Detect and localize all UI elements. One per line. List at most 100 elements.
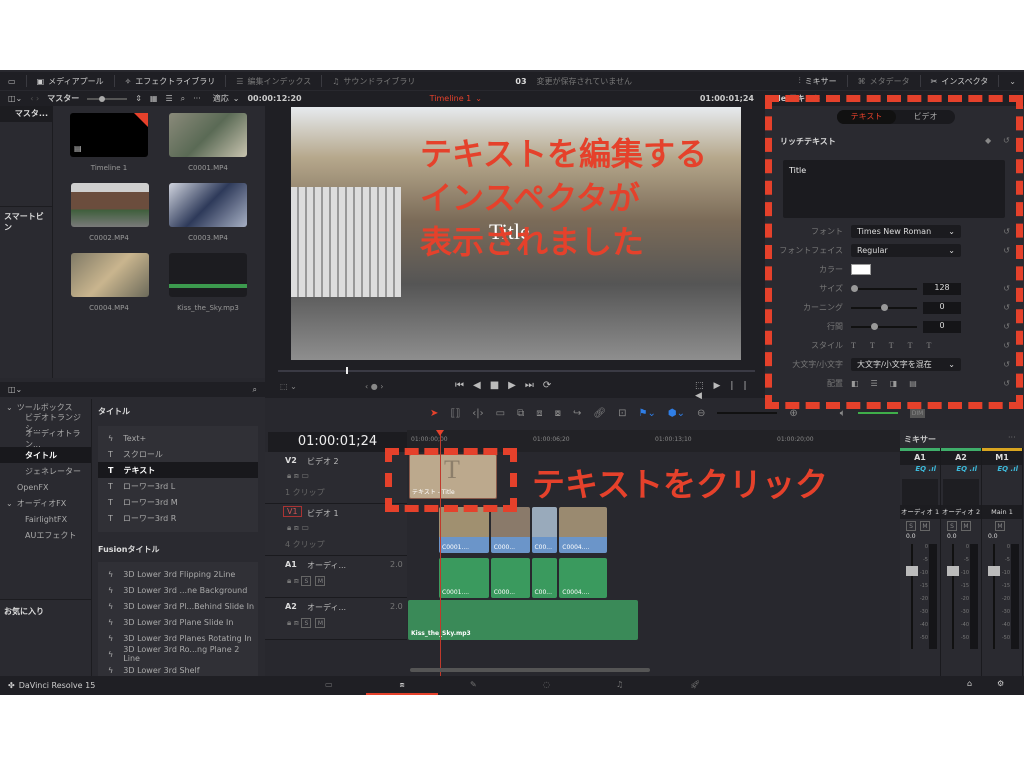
blade-tool-icon[interactable]: ▭ (496, 408, 505, 419)
edit-index-button[interactable]: ☰ 編集インデックス (236, 76, 311, 87)
audio-clip[interactable]: C0001.... (439, 558, 489, 598)
tree-au-effects[interactable]: AUエフェクト (0, 527, 91, 543)
snapping-icon[interactable]: ↪ (573, 408, 581, 419)
more-icon[interactable]: ··· (193, 94, 201, 103)
clip-thumb-c0004[interactable] (71, 253, 149, 297)
clip-thumb-audio[interactable] (169, 253, 247, 297)
zoom-mode-icon[interactable]: ⬚ ⌄ (280, 382, 297, 391)
effects-library-button[interactable]: ✧ エフェクトライブラリ (125, 76, 216, 87)
select-tool-icon[interactable]: ➤ (430, 408, 438, 419)
video-clip[interactable]: C0004.... (559, 507, 607, 553)
insert-icon[interactable]: ⧉ (517, 408, 524, 419)
track-controls[interactable]: 🔒︎ ⧈ SM (287, 576, 329, 586)
metadata-button[interactable]: ⌘ メタデータ (858, 76, 910, 87)
title-item[interactable]: T スクロール (98, 446, 258, 462)
zoom-slider[interactable] (717, 412, 778, 414)
deliver-page-icon[interactable]: 🚀︎ (690, 680, 700, 689)
title-item[interactable]: T ローワー3rd R (98, 510, 258, 526)
video-clip[interactable]: C00... (532, 507, 558, 553)
music-clip[interactable]: Kiss_the_Sky.mp3 (408, 600, 638, 640)
audio-clip[interactable]: C00... (532, 558, 558, 598)
color-page-icon[interactable]: ◌ (543, 680, 550, 689)
fader-handle[interactable] (947, 566, 959, 576)
fusion-title-item[interactable]: ϟ 3D Lower 3rd Shelf (98, 662, 258, 676)
fusion-title-item[interactable]: ϟ 3D Lower 3rd Plane Slide In (98, 614, 258, 630)
video-clip[interactable]: C0001.... (439, 507, 489, 553)
mute-button[interactable]: M (995, 521, 1005, 531)
nav-arrows-icon[interactable]: ‹ › (30, 94, 39, 103)
solo-button[interactable]: S (947, 521, 957, 531)
mute-button[interactable]: M (920, 521, 930, 531)
panel-toggle-icon[interactable]: ◫⌄ (8, 94, 22, 103)
monitor-icon[interactable]: ▭ (8, 77, 16, 86)
clip-thumb-c0002[interactable] (71, 183, 149, 227)
title-item[interactable]: T ローワー3rd M (98, 494, 258, 510)
link-icon[interactable]: 🔗︎ (593, 408, 606, 419)
bin-master[interactable]: マスタ... (0, 106, 52, 122)
tree-openfx[interactable]: OpenFX (0, 479, 91, 495)
eq-button[interactable]: EQ .ıl (982, 465, 1022, 479)
fusion-title-item[interactable]: ϟ 3D Lower 3rd Flipping 2Line (98, 566, 258, 582)
search-icon[interactable]: ⌕ (253, 385, 257, 395)
marker-icon[interactable]: ⬢⌄ (668, 408, 685, 419)
eq-button[interactable]: EQ .ıl (941, 465, 981, 479)
settings-icon[interactable]: ⚙ (997, 679, 1004, 688)
list-view-icon[interactable]: ☰ (165, 94, 172, 103)
match-frame-icon[interactable]: ⬚ (695, 381, 714, 391)
zoom-out-icon[interactable]: ⊖ (697, 408, 705, 419)
grid-view-icon[interactable]: ▦ (150, 94, 158, 103)
inspector-button[interactable]: ✂ インスペクタ (931, 76, 989, 87)
search-icon[interactable]: ⌕ (181, 94, 185, 104)
scrubber[interactable] (278, 367, 755, 374)
mute-button[interactable]: M (961, 521, 971, 531)
video-clip[interactable]: C000... (490, 507, 531, 553)
jog-control[interactable]: ‹ ● › (365, 382, 383, 391)
timeline-selector[interactable]: Timeline 1 ⌄ (430, 94, 482, 103)
skip-end-icon[interactable]: ⏭ (525, 380, 543, 391)
volume-icon[interactable]: 🔈︎ (840, 408, 846, 419)
audio-clip[interactable]: C0004.... (559, 558, 607, 598)
audio-clip[interactable]: C000... (490, 558, 531, 598)
clip-thumb-timeline-1[interactable]: ▤ (70, 113, 148, 157)
solo-button[interactable]: S (906, 521, 916, 531)
next-edit-icon[interactable]: ▶| (714, 381, 744, 391)
track-controls[interactable]: 🔒︎ ⧈ ▭ (287, 523, 309, 533)
fairlight-page-icon[interactable]: ♫ (616, 680, 623, 689)
media-page-icon[interactable]: ▭ (325, 680, 333, 689)
panel-toggle-icon[interactable]: ◫⌄ (8, 385, 22, 394)
clip-thumb-c0003[interactable] (169, 183, 247, 227)
edit-page-icon[interactable]: ⧈ (366, 676, 438, 695)
clip-thumb-c0001[interactable] (169, 113, 247, 157)
favorites[interactable]: お気に入り (0, 599, 92, 623)
reverse-icon[interactable]: ◀ (473, 380, 490, 391)
dim-button[interactable]: DIM (909, 408, 926, 418)
title-item[interactable]: ϟ Text+ (98, 430, 258, 446)
home-icon[interactable]: ⌂ (967, 679, 972, 688)
fusion-page-icon[interactable]: ✎ (470, 680, 477, 689)
track-controls[interactable]: 🔒︎ ⧈ ▭ (287, 471, 309, 481)
fusion-title-item[interactable]: ϟ 3D Lower 3rd Planes Rotating In (98, 630, 258, 646)
dynamic-trim-icon[interactable]: ‹|› (472, 408, 483, 419)
tree-generators[interactable]: ジェネレーター (0, 463, 91, 479)
loop-icon[interactable]: ⟳ (543, 380, 560, 391)
tree-fairlightfx[interactable]: FairlightFX (0, 511, 91, 527)
fusion-title-item[interactable]: ϟ 3D Lower 3rd Ro...ng Plane 2 Line (98, 645, 258, 663)
fusion-title-item[interactable]: ϟ 3D Lower 3rd Pl...Behind Slide In (98, 598, 258, 614)
volume-slider[interactable] (857, 412, 898, 414)
lock-icon[interactable]: ⊡ (618, 408, 626, 419)
expand-icon[interactable]: ⌄ (1009, 77, 1016, 86)
flag-icon[interactable]: ⚑⌄ (639, 408, 656, 419)
more-icon[interactable]: ··· (1008, 433, 1016, 442)
smart-bin[interactable]: スマートビン (0, 206, 53, 237)
sort-icon[interactable]: ⇕ (135, 94, 142, 103)
sound-library-button[interactable]: ♫ サウンドライブラリ (332, 76, 415, 87)
thumb-size-slider[interactable] (87, 95, 128, 102)
zoom-in-icon[interactable]: ⊕ (789, 408, 797, 419)
mixer-button[interactable]: ⫶ ミキサー (799, 76, 837, 87)
fit-dropdown[interactable]: 適応 ⌄ (213, 93, 240, 104)
title-item[interactable]: T ローワー3rd L (98, 478, 258, 494)
tree-audiofx[interactable]: ⌄ オーディオFX (0, 495, 91, 511)
replace-icon[interactable]: ⧇ (555, 408, 561, 419)
stop-icon[interactable]: ■ (490, 380, 508, 391)
play-icon[interactable]: ▶ (508, 380, 525, 391)
